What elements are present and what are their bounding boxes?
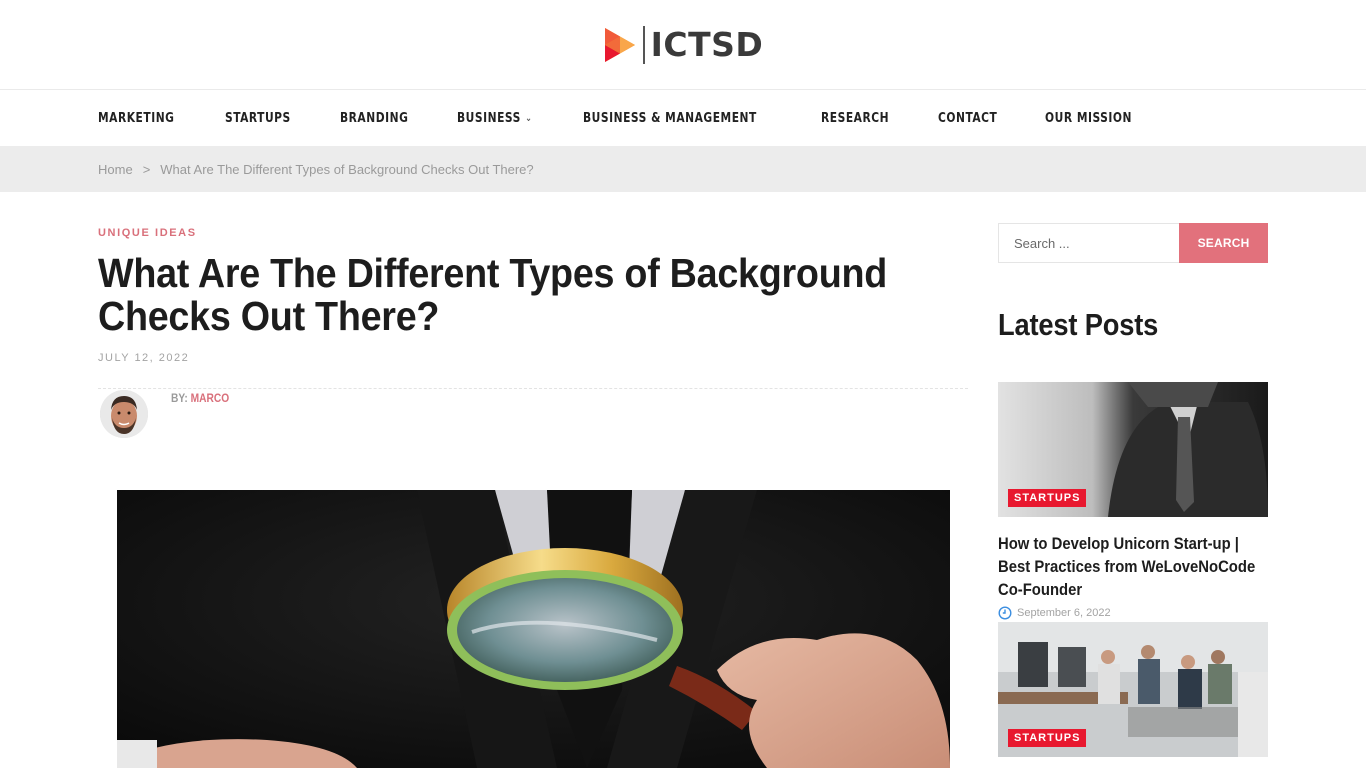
byline: BY: MARCO <box>171 391 229 405</box>
nav-item-business[interactable]: BUSINESS ⌄ <box>457 110 532 126</box>
chevron-down-icon: ⌄ <box>525 112 533 124</box>
latest-posts-title: Latest Posts <box>998 307 1159 342</box>
nav-item-marketing[interactable]: MARKETING <box>98 110 174 126</box>
post-date: JULY 12, 2022 <box>98 352 190 364</box>
post-date-text: September 6, 2022 <box>1017 607 1111 619</box>
nav-label: BUSINESS & MANAGEMENT <box>583 110 757 126</box>
breadcrumb-home-link[interactable]: Home <box>98 162 133 177</box>
nav-item-our-mission[interactable]: OUR MISSION <box>1045 110 1132 126</box>
byline-label: BY: <box>171 391 188 405</box>
featured-image <box>117 490 950 768</box>
main-nav: MARKETING STARTUPS BRANDING BUSINESS ⌄ BU… <box>0 90 1366 146</box>
search-form: SEARCH <box>998 223 1268 263</box>
meta-divider <box>98 388 968 389</box>
tag-badge[interactable]: STARTUPS <box>1008 729 1087 747</box>
search-button[interactable]: SEARCH <box>1179 223 1268 263</box>
nav-label: OUR MISSION <box>1045 110 1133 126</box>
nav-item-business-management[interactable]: BUSINESS & MANAGEMENT <box>583 110 757 126</box>
nav-label: STARTUPS <box>224 110 291 126</box>
post-thumbnail[interactable]: STARTUPS <box>998 382 1268 517</box>
nav-item-startups[interactable]: STARTUPS <box>225 110 291 126</box>
latest-post-card: STARTUPS How to Develop Unicorn Start-up… <box>998 382 1268 620</box>
clock-icon <box>998 606 1012 620</box>
nav-label: BUSINESS <box>457 110 522 126</box>
nav-label: RESEARCH <box>820 110 889 126</box>
post-thumbnail[interactable]: STARTUPS <box>998 622 1268 757</box>
logo-play-icon <box>604 27 635 62</box>
site-logo[interactable]: ICTSD <box>603 25 764 64</box>
post-title-link[interactable]: How to Develop Unicorn Start-up | Best P… <box>998 533 1268 602</box>
search-input[interactable] <box>998 223 1179 263</box>
breadcrumb-separator-icon: > <box>142 161 151 177</box>
logo-text: ICTSD <box>650 25 764 64</box>
avatar-face-icon <box>100 390 148 438</box>
page-title: What Are The Different Types of Backgrou… <box>98 250 887 339</box>
magnifying-glass-photo <box>117 490 950 768</box>
post-date: September 6, 2022 <box>998 606 1268 620</box>
nav-label: CONTACT <box>937 110 998 126</box>
sidebar: SEARCH Latest Posts STARTUPS <box>998 223 1268 757</box>
nav-item-research[interactable]: RESEARCH <box>821 110 889 126</box>
category-link[interactable]: UNIQUE IDEAS <box>98 227 197 239</box>
author-avatar[interactable] <box>100 390 148 438</box>
site-header: ICTSD <box>0 0 1366 90</box>
breadcrumb: Home > What Are The Different Types of B… <box>0 146 1366 192</box>
logo-divider <box>642 25 645 64</box>
tag-badge[interactable]: STARTUPS <box>1008 489 1087 507</box>
nav-label: BRANDING <box>339 110 409 126</box>
breadcrumb-current: What Are The Different Types of Backgrou… <box>160 161 534 177</box>
latest-post-card: STARTUPS <box>998 622 1268 757</box>
nav-item-contact[interactable]: CONTACT <box>938 110 997 126</box>
nav-item-branding[interactable]: BRANDING <box>340 110 408 126</box>
nav-label: MARKETING <box>98 110 175 126</box>
author-link[interactable]: MARCO <box>191 391 230 405</box>
